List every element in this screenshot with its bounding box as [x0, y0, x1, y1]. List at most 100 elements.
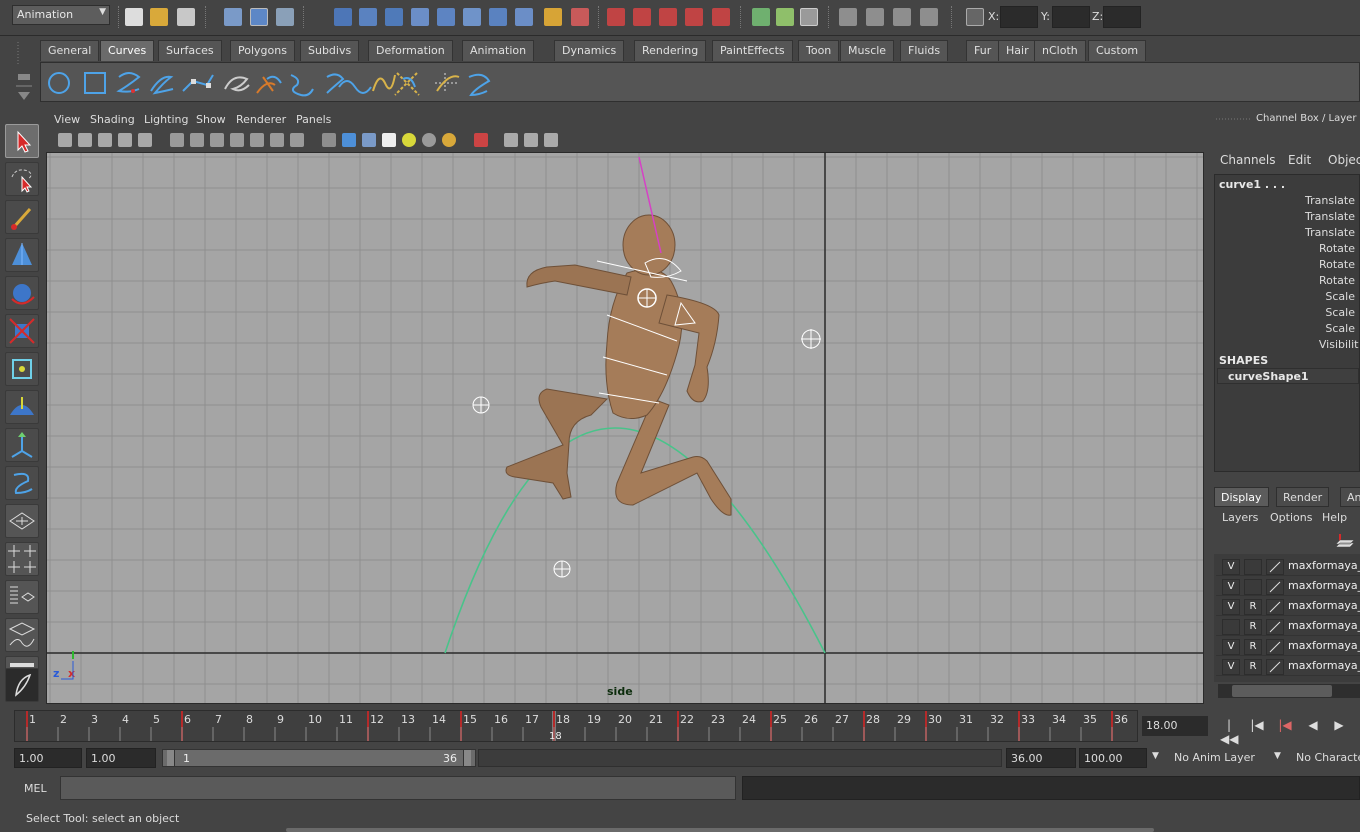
locator-icon[interactable] — [472, 396, 490, 414]
curve-fillet-icon[interactable] — [435, 73, 460, 93]
panel-menu-item[interactable]: Panels — [296, 113, 331, 126]
select-by-object-icon[interactable] — [250, 8, 268, 26]
render-current-frame-icon[interactable] — [800, 8, 818, 26]
x-field[interactable] — [1000, 6, 1038, 28]
ep-curve-icon[interactable] — [150, 75, 174, 95]
new-scene-icon[interactable] — [125, 8, 143, 26]
render-settings-icon[interactable] — [866, 8, 884, 26]
rotate-tool-button[interactable] — [5, 276, 39, 310]
channel-attribute[interactable]: Translate — [1215, 210, 1357, 223]
arc-three-point-icon[interactable] — [224, 76, 250, 92]
animation-start-field[interactable]: 1.00 — [14, 748, 82, 768]
insert-knot-icon[interactable] — [468, 73, 491, 97]
universal-manipulator-button[interactable] — [5, 352, 39, 386]
shelf-tab[interactable]: PaintEffects — [712, 40, 793, 61]
backface-culling-icon[interactable] — [544, 133, 558, 147]
select-tool-button[interactable] — [5, 124, 39, 158]
menu-set-dropdown[interactable]: Animation ▼ — [12, 5, 110, 25]
layer-visibility-toggle[interactable]: V — [1222, 599, 1240, 615]
channel-attribute[interactable]: Scale — [1215, 306, 1357, 319]
shelf-tab[interactable]: Surfaces — [158, 40, 222, 61]
open-close-curve-icon[interactable] — [338, 80, 372, 94]
script-editor-button[interactable] — [5, 668, 39, 702]
channel-attribute[interactable]: Translate — [1215, 226, 1357, 239]
layer-row[interactable]: Vmaxformaya_v — [1216, 557, 1360, 576]
layer-color-swatch[interactable] — [1266, 579, 1284, 595]
shape-node-item[interactable]: curveShape1 — [1217, 368, 1359, 384]
select-camera-icon[interactable] — [58, 133, 72, 147]
layer-editor-menu-item[interactable]: Help — [1322, 511, 1347, 524]
layer-name[interactable]: maxformaya_v — [1288, 559, 1360, 572]
go-to-start-icon[interactable]: |◀◀ — [1220, 718, 1238, 746]
channel-attribute[interactable]: Visibility — [1221, 338, 1359, 351]
select-dynamics-icon[interactable] — [463, 8, 481, 26]
last-tool-button[interactable] — [5, 466, 39, 500]
layer-display-type-toggle[interactable]: R — [1244, 599, 1262, 615]
layer-name[interactable]: maxformaya_v — [1288, 579, 1360, 592]
panel-menu-item[interactable]: Lighting — [144, 113, 188, 126]
select-curves-icon[interactable] — [385, 8, 403, 26]
layer-row[interactable]: VRmaxformaya_v — [1216, 597, 1360, 616]
shelf-tab[interactable]: Polygons — [230, 40, 295, 61]
current-frame-field[interactable]: 18.00 — [1142, 716, 1208, 736]
soft-modification-button[interactable] — [5, 390, 39, 424]
shelf-tab[interactable]: Curves — [100, 40, 155, 61]
channel-box-menu-item[interactable]: Object — [1328, 153, 1360, 167]
gate-mask-icon[interactable] — [230, 133, 244, 147]
paint-select-tool-button[interactable] — [5, 200, 39, 234]
shelf-tab[interactable]: General — [40, 40, 100, 61]
panel-menu-item[interactable]: View — [54, 113, 80, 126]
channel-attribute[interactable]: Scale — [1215, 322, 1357, 335]
ipr-render-icon[interactable] — [839, 8, 857, 26]
shelf-options[interactable] — [8, 40, 36, 104]
shelf-tab[interactable]: Fur — [966, 40, 1000, 61]
layer-color-swatch[interactable] — [1266, 619, 1284, 635]
layer-row[interactable]: VRmaxformaya_v — [1216, 657, 1360, 676]
shelf-tab[interactable]: nCloth — [1034, 40, 1086, 61]
select-misc-icon[interactable] — [515, 8, 533, 26]
safe-action-icon[interactable] — [270, 133, 284, 147]
viewport-side[interactable]: z x side — [46, 152, 1204, 704]
play-backwards-icon[interactable]: ◀ — [1304, 718, 1322, 734]
layer-name[interactable]: maxformaya_v — [1288, 599, 1360, 612]
layer-editor-menu-item[interactable]: Options — [1270, 511, 1312, 524]
command-language-toggle[interactable]: MEL — [24, 782, 47, 795]
use-all-lights-icon[interactable] — [402, 133, 416, 147]
shelf-tab[interactable]: Dynamics — [554, 40, 625, 61]
play-forwards-icon[interactable]: ▶ — [1330, 718, 1348, 734]
snap-to-curves-icon[interactable] — [633, 8, 651, 26]
nurbs-circle-icon[interactable] — [48, 72, 70, 94]
high-quality-icon[interactable] — [442, 133, 456, 147]
anim-layer-dropdown[interactable]: No Anim Layer — [1170, 748, 1268, 768]
grid-icon[interactable] — [170, 133, 184, 147]
layout-persp-graph-button[interactable] — [5, 618, 39, 652]
lock-selection-icon[interactable] — [544, 8, 562, 26]
channel-attribute[interactable]: Rotate — [1215, 242, 1357, 255]
step-back-key-icon[interactable]: |◀ — [1276, 718, 1294, 734]
layer-editor-tab[interactable]: Render — [1276, 487, 1330, 507]
wireframe-on-shaded-icon[interactable] — [362, 133, 376, 147]
lasso-tool-button[interactable] — [5, 162, 39, 196]
locator-icon[interactable] — [553, 560, 571, 578]
y-field[interactable] — [1052, 6, 1090, 28]
shelf-tab[interactable]: Rendering — [634, 40, 707, 61]
snap-to-grids-icon[interactable] — [607, 8, 625, 26]
make-live-icon[interactable] — [712, 8, 730, 26]
channel-attribute[interactable]: Rotate — [1215, 258, 1357, 271]
highlight-selection-icon[interactable] — [571, 8, 589, 26]
layer-editor-tab[interactable]: An — [1340, 487, 1360, 507]
layer-color-swatch[interactable] — [1266, 639, 1284, 655]
layer-display-type-toggle[interactable]: R — [1244, 619, 1262, 635]
channel-attribute[interactable]: Translate — [1215, 194, 1357, 207]
step-back-frame-icon[interactable]: |◀ — [1248, 718, 1266, 734]
layer-name[interactable]: maxformaya_v — [1288, 619, 1360, 632]
layer-name[interactable]: maxformaya_v — [1288, 639, 1360, 652]
smooth-shade-icon[interactable] — [342, 133, 356, 147]
xray-icon[interactable] — [504, 133, 518, 147]
layer-row[interactable]: Vmaxformaya_v — [1216, 577, 1360, 596]
panel-menu-item[interactable]: Renderer — [236, 113, 286, 126]
select-surfaces-icon[interactable] — [411, 8, 429, 26]
wireframe-icon[interactable] — [322, 133, 336, 147]
open-scene-icon[interactable] — [150, 8, 168, 26]
image-plane-icon[interactable] — [118, 133, 132, 147]
